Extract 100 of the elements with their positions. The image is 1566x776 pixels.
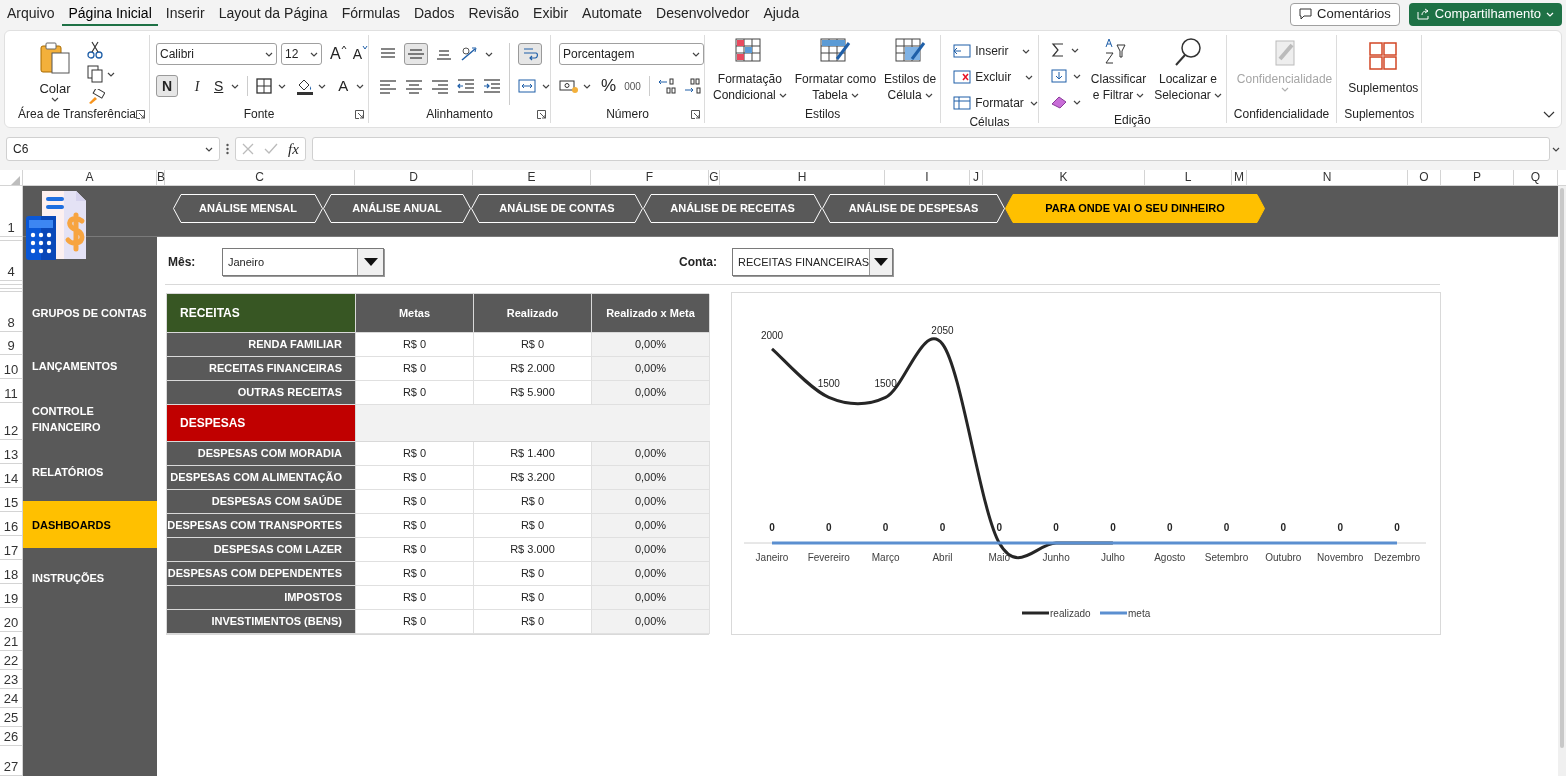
format-as-table-button[interactable]: Formatar como Tabela	[790, 35, 881, 105]
caret-icon[interactable]	[205, 146, 213, 152]
paste-button[interactable]: Colar	[33, 41, 77, 105]
menu-tab[interactable]: Inserir	[159, 2, 211, 26]
conditional-formatting-button[interactable]: Formatação Condicional	[709, 35, 791, 105]
menu-tab[interactable]: Desenvolvedor	[650, 2, 756, 26]
menu-tab[interactable]: Página Inicial	[62, 2, 158, 26]
nav-tab[interactable]: ANÁLISE MENSAL	[173, 194, 323, 223]
comments-button[interactable]: Comentários	[1290, 2, 1400, 26]
caret-icon[interactable]	[1136, 93, 1145, 99]
font-size-field[interactable]: 12	[281, 43, 322, 65]
sidebar-item[interactable]: INSTRUÇÕES	[23, 554, 157, 601]
nav-tab[interactable]: PARA ONDE VAI O SEU DINHEIRO	[1005, 194, 1265, 223]
nav-tab[interactable]: ANÁLISE ANUAL	[323, 194, 471, 223]
caret-icon[interactable]	[542, 83, 550, 89]
sidebar-item[interactable]: CONTROLE FINANCEIRO	[23, 395, 157, 442]
eraser-icon[interactable]	[1050, 95, 1067, 109]
caret-icon[interactable]	[231, 83, 240, 89]
font-name-field[interactable]: Calibri	[156, 43, 277, 65]
more-options-icon[interactable]	[226, 143, 229, 155]
caret-icon[interactable]	[1070, 47, 1079, 53]
align-right-icon[interactable]	[431, 78, 449, 94]
thousands-button[interactable]: 000	[624, 78, 641, 94]
caret-icon[interactable]	[1213, 93, 1222, 99]
collapse-ribbon-icon[interactable]	[1543, 111, 1555, 119]
caret-icon[interactable]	[924, 93, 933, 99]
caret-icon[interactable]	[692, 51, 700, 57]
caret-icon[interactable]	[356, 83, 365, 89]
caret-icon[interactable]	[850, 93, 859, 99]
caret-icon[interactable]	[1552, 146, 1560, 152]
menu-tab[interactable]: Exibir	[527, 2, 575, 26]
dialog-launcher-icon[interactable]	[537, 110, 546, 119]
increase-decimal-icon[interactable]	[683, 77, 704, 95]
caret-icon[interactable]	[310, 51, 318, 57]
add-ins-button[interactable]: Suplementos	[1345, 35, 1422, 105]
increase-indent-icon[interactable]	[483, 78, 501, 94]
caret-icon[interactable]	[778, 93, 787, 99]
sidebar-item[interactable]: DASHBOARDS	[23, 501, 157, 548]
dropdown-field[interactable]: RECEITAS FINANCEIRAS	[732, 248, 893, 276]
nav-tab[interactable]: ANÁLISE DE DESPESAS	[822, 194, 1005, 223]
cells-menu-button[interactable]: Excluir	[953, 67, 1038, 87]
caret-icon[interactable]	[583, 83, 591, 89]
formula-input[interactable]	[311, 137, 1550, 161]
share-button[interactable]: Compartilhamento	[1408, 2, 1562, 26]
caret-icon[interactable]	[107, 71, 115, 77]
shrink-font-button[interactable]: A	[352, 45, 368, 63]
grow-font-button[interactable]: A	[330, 45, 347, 63]
percent-button[interactable]: %	[601, 76, 617, 96]
dropdown-field[interactable]: Janeiro	[222, 248, 384, 276]
caret-icon[interactable]	[318, 83, 327, 89]
align-left-icon[interactable]	[379, 78, 397, 94]
insert-function-button[interactable]: fx	[288, 140, 299, 158]
bold-button[interactable]: N	[156, 75, 178, 98]
nav-tab[interactable]: ANÁLISE DE CONTAS	[471, 194, 643, 223]
caret-icon[interactable]	[1072, 99, 1081, 105]
fill-color-icon[interactable]	[296, 77, 315, 96]
caret-icon[interactable]	[278, 83, 287, 89]
menu-tab[interactable]: Ajuda	[757, 2, 806, 26]
copy-icon[interactable]	[87, 65, 103, 83]
caret-icon[interactable]	[1025, 74, 1034, 80]
format-painter-icon[interactable]	[87, 89, 105, 105]
caret-icon[interactable]	[1072, 73, 1081, 79]
name-box[interactable]: C6	[6, 137, 220, 161]
caret-icon[interactable]	[265, 51, 273, 57]
borders-icon[interactable]	[256, 78, 273, 95]
find-select-button[interactable]: Localizar e Selecionar	[1150, 35, 1226, 111]
sidebar-item[interactable]: RELATÓRIOS	[23, 448, 157, 495]
cell-styles-button[interactable]: Estilos de Célula	[880, 35, 941, 105]
fill-down-icon[interactable]	[1050, 69, 1067, 83]
caret-icon[interactable]	[51, 97, 59, 102]
underline-button[interactable]: S	[214, 75, 240, 98]
align-center-icon[interactable]	[405, 78, 423, 94]
cells-menu-button[interactable]: Formatar	[953, 93, 1038, 113]
caret-icon[interactable]	[1022, 48, 1031, 54]
menu-tab[interactable]: Layout da Página	[212, 2, 334, 26]
dialog-launcher-icon[interactable]	[355, 110, 364, 119]
font-color-button[interactable]: A	[338, 75, 365, 98]
scissors-icon[interactable]	[87, 41, 103, 59]
sidebar-item[interactable]: GRUPOS DE CONTAS	[23, 289, 157, 336]
orientation-icon[interactable]	[460, 46, 478, 62]
menu-tab[interactable]: Fórmulas	[335, 2, 406, 26]
caret-icon[interactable]	[1029, 100, 1038, 106]
decrease-indent-icon[interactable]	[457, 78, 475, 94]
nav-tab[interactable]: ANÁLISE DE RECEITAS	[643, 194, 822, 223]
sort-filter-button[interactable]: Classificar e Filtrar	[1086, 35, 1151, 111]
merge-cells-icon[interactable]	[518, 78, 536, 94]
cells-menu-button[interactable]: Inserir	[953, 41, 1038, 61]
menu-tab[interactable]: Arquivo	[1, 2, 61, 26]
sum-icon[interactable]	[1050, 43, 1065, 57]
menu-tab[interactable]: Revisão	[462, 2, 526, 26]
dialog-launcher-icon[interactable]	[691, 110, 700, 119]
sidebar-item[interactable]: LANÇAMENTOS	[23, 342, 157, 389]
check-icon[interactable]	[264, 143, 278, 155]
number-format-field[interactable]: Porcentagem	[559, 43, 704, 65]
dialog-launcher-icon[interactable]	[136, 110, 145, 119]
italic-button[interactable]: I	[186, 75, 208, 98]
decrease-decimal-icon[interactable]	[657, 77, 678, 95]
caret-icon[interactable]	[485, 51, 493, 57]
menu-tab[interactable]: Automate	[576, 2, 648, 26]
menu-tab[interactable]: Dados	[408, 2, 461, 26]
